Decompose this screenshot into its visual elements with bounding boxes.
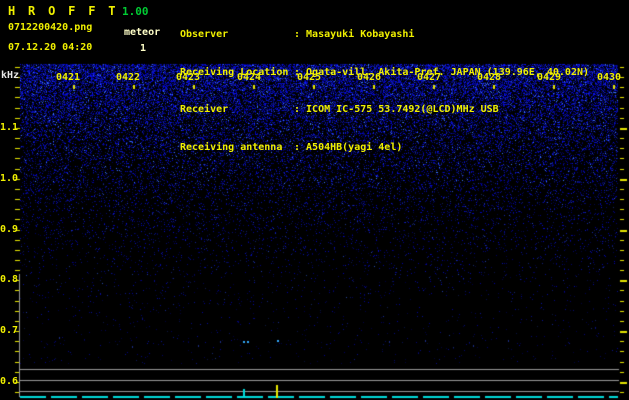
x-tick-label: 0421 [55,72,81,83]
app-version: 1.00 [122,5,149,18]
info-row-receiver: Receiver : ICOM IC-575 53.7492(@LCD)MHz … [180,104,589,117]
y-tick-label: 0.9 [0,224,19,235]
y-tick-label: 1.0 [0,173,19,184]
hrofft-output-image: H R O F F T 1.00 0712200420.png meteor 0… [0,0,629,400]
observation-datetime: 07.12.20 04:20 [8,42,93,53]
y-tick-label: 1.1 [0,122,19,133]
app-title: H R O F F T [8,4,119,18]
x-tick-label: 0426 [356,72,382,83]
x-tick-label: 0422 [115,72,141,83]
y-tick-label: 0.8 [0,274,19,285]
info-row-antenna: Receiving antenna : A504HB(yagi 4el) [180,142,589,155]
info-label: Receiver [180,104,229,115]
station-info-block: Observer : Masayuki Kobayashi Receiving … [180,4,589,179]
meteor-count: 1 [140,43,147,54]
x-tick-label: 0427 [416,72,442,83]
info-value: : Masayuki Kobayashi [294,29,415,40]
mode-label: meteor [124,27,161,38]
output-filename: 0712200420.png [8,22,93,33]
y-tick-label: 0.7 [0,325,19,336]
info-label: Observer [180,29,229,40]
x-tick-label: 0430 [596,72,622,83]
y-axis-unit-label: kHz [1,70,20,81]
x-tick-label: 0423 [175,72,201,83]
y-tick-label: 0.6 [0,376,19,387]
x-tick-label: 0424 [236,72,262,83]
info-row-observer: Observer : Masayuki Kobayashi [180,29,589,42]
info-label: Receiving antenna [180,141,283,153]
info-value: : A504HB(yagi 4el) [294,141,403,153]
x-tick-label: 0425 [296,72,322,83]
x-tick-label: 0428 [476,72,502,83]
x-tick-label: 0429 [536,72,562,83]
info-value: : ICOM IC-575 53.7492(@LCD)MHz USB [294,104,499,115]
